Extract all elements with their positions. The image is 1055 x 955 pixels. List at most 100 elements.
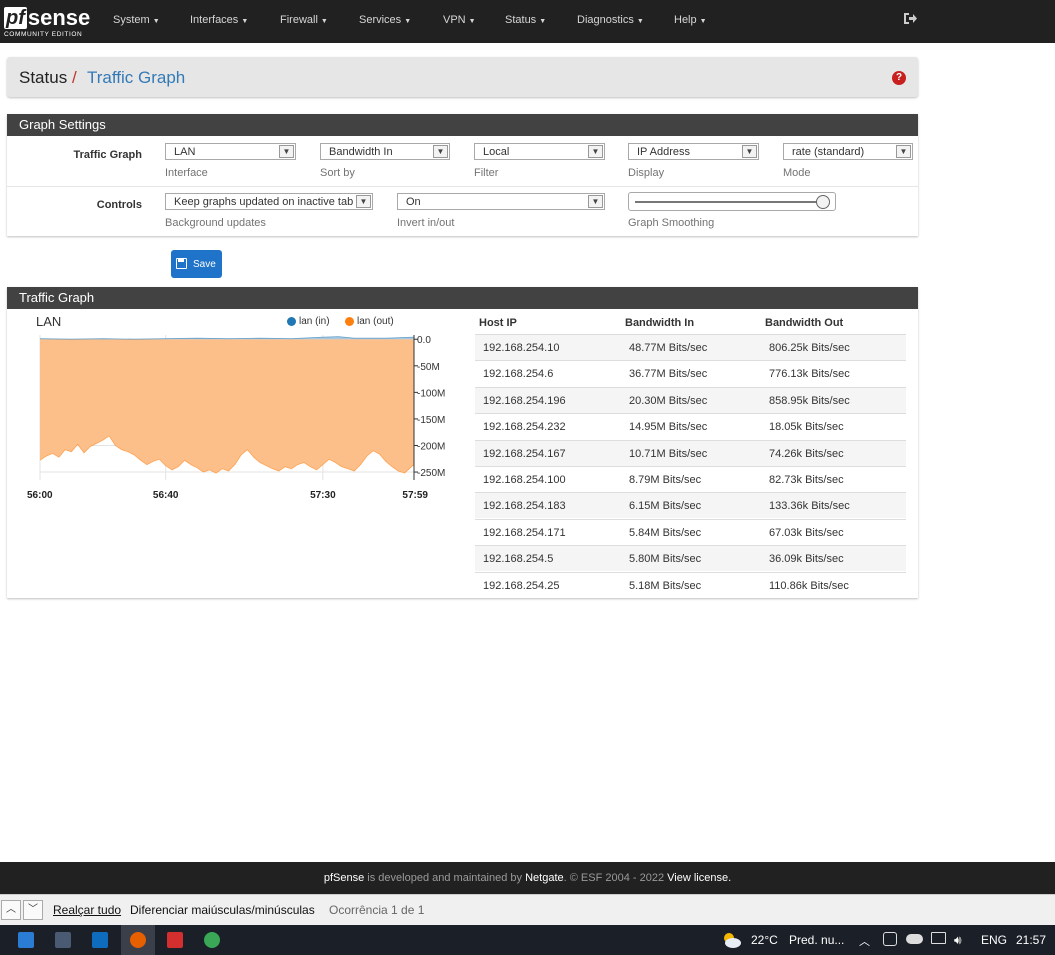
nav-system[interactable]: System ▼ (113, 14, 160, 26)
controls-label: Controls (96, 199, 142, 211)
chrome-icon[interactable] (204, 932, 220, 948)
nav-diagnostics[interactable]: Diagnostics ▼ (577, 14, 644, 26)
display-select[interactable]: IP Address ▼ (628, 143, 759, 160)
legend-item-lan-in[interactable]: lan (in) (287, 316, 330, 327)
interface-help: Interface (165, 167, 208, 179)
nav-label: Help (674, 14, 697, 26)
nav-firewall[interactable]: Firewall ▼ (280, 14, 328, 26)
table-row: 192.168.254.10 48.77M Bits/sec 806.25k Bit… (475, 334, 906, 360)
firefox-icon[interactable] (130, 932, 146, 948)
breadcrumb-status[interactable]: Status (19, 68, 67, 88)
slider-handle[interactable] (816, 195, 830, 209)
footer-license-link[interactable]: View license. (667, 872, 731, 884)
nav-status[interactable]: Status ▼ (505, 14, 546, 26)
logo-pf: pf (4, 7, 27, 29)
x-tick-label: 56:00 (27, 490, 53, 501)
traffic-graph-heading: Traffic Graph (7, 287, 918, 309)
find-status: Ocorrência 1 de 1 (329, 903, 425, 917)
clock[interactable]: 21:57 (1016, 933, 1046, 947)
logo-edition: COMMUNITY EDITION (4, 31, 83, 38)
interface-select[interactable]: LAN ▼ (165, 143, 296, 160)
find-next-button[interactable]: ﹀ (23, 900, 43, 920)
column-header-host-ip[interactable]: Host IP (479, 317, 517, 329)
legend-item-lan-out[interactable]: lan (out) (345, 316, 394, 327)
cell-host-ip: 192.168.254.167 (483, 447, 566, 460)
cell-bandwidth-out: 110.86k Bits/sec (769, 579, 849, 592)
column-header-bandwidth-out[interactable]: Bandwidth Out (765, 317, 843, 329)
table-row: 192.168.254.232 14.95M Bits/sec 18.05k Bit… (475, 413, 906, 439)
x-tick-label: 57:59 (402, 490, 428, 501)
onedrive-icon[interactable] (906, 934, 923, 944)
nav-interfaces[interactable]: Interfaces ▼ (190, 14, 248, 26)
mode-help: Mode (783, 167, 811, 179)
background-updates-select[interactable]: Keep graphs updated on inactive tab ▼ (165, 193, 373, 210)
logout-icon[interactable] (903, 12, 917, 28)
y-tick-label: -50M (417, 362, 440, 373)
caret-down-icon: ▼ (699, 18, 707, 25)
x-tick-label: 57:30 (310, 490, 336, 501)
find-previous-button[interactable]: ︿ (1, 900, 21, 920)
cell-bandwidth-in: 8.79M Bits/sec (629, 474, 702, 486)
network-app-icon[interactable] (55, 932, 71, 948)
filter-value: Local (483, 146, 510, 158)
chevron-down-icon: ▼ (433, 145, 448, 158)
table-row: 192.168.254.167 10.71M Bits/sec 74.26k Bit… (475, 439, 906, 466)
footer-netgate-link[interactable]: Netgate (525, 872, 564, 884)
filter-help: Filter (474, 167, 499, 179)
slider-track (635, 201, 825, 203)
anydesk-icon[interactable] (167, 932, 183, 948)
controls-row: Controls Keep graphs updated on inactive… (7, 186, 918, 236)
save-button[interactable]: Save (171, 250, 222, 278)
tray-chevron-up-icon[interactable]: ︿ (859, 933, 870, 949)
sort-by-help: Sort by (320, 167, 355, 179)
mode-select[interactable]: rate (standard) ▼ (783, 143, 913, 160)
table-row: 192.168.254.196 20.30M Bits/sec 858.95k Bi… (475, 386, 906, 413)
cell-host-ip: 192.168.254.183 (483, 500, 566, 513)
mail-icon[interactable] (18, 932, 34, 948)
nav-label: Status (505, 14, 537, 26)
nav-help[interactable]: Help ▼ (674, 14, 707, 26)
x-tick-label: 56:40 (153, 490, 179, 501)
network-icon[interactable] (931, 932, 946, 944)
filter-select[interactable]: Local ▼ (474, 143, 605, 160)
weather-icon[interactable] (720, 931, 742, 949)
traffic-chart: 0.0 -50M -100M -150M -200M -250M 56:00 56:40 57:… (27, 335, 445, 501)
nav-vpn[interactable]: VPN ▼ (443, 14, 476, 26)
column-header-bandwidth-in[interactable]: Bandwidth In (625, 317, 694, 329)
match-case-toggle[interactable]: Diferenciar maiúsculas/minúsculas (130, 903, 315, 917)
chevron-down-icon: ▼ (896, 145, 911, 158)
volume-icon[interactable]: 🔊︎ (954, 933, 962, 948)
nav-label: Interfaces (190, 14, 239, 26)
tray-app-icon[interactable] (883, 932, 897, 946)
caret-down-icon: ▼ (539, 18, 547, 25)
display-help: Display (628, 167, 665, 179)
graph-smoothing-help: Graph Smoothing (628, 217, 715, 229)
pfsense-logo[interactable]: pf sense COMMUNITY EDITION (4, 5, 92, 39)
nav-services[interactable]: Services ▼ (359, 14, 411, 26)
invert-select[interactable]: On ▼ (397, 193, 605, 210)
sort-by-select[interactable]: Bandwidth In ▼ (320, 143, 450, 160)
traffic-graph-row: Traffic Graph LAN ▼ Interface Bandwidth … (7, 136, 918, 187)
outlook-icon[interactable] (92, 932, 108, 948)
breadcrumb-traffic-graph[interactable]: Traffic Graph (87, 68, 185, 88)
background-updates-help: Background updates (165, 217, 266, 229)
caret-down-icon: ▼ (152, 18, 160, 25)
highlight-all-toggle[interactable]: Realçar tudo (53, 903, 121, 917)
table-row: 192.168.254.5 5.80M Bits/sec 36.09k Bits/s… (475, 545, 906, 572)
help-icon[interactable]: ? (892, 71, 906, 85)
graph-smoothing-slider[interactable] (628, 192, 836, 211)
cell-bandwidth-out: 67.03k Bits/sec (769, 526, 844, 539)
cell-bandwidth-in: 6.15M Bits/sec (629, 500, 702, 513)
chart-title: LAN (36, 314, 62, 329)
cell-bandwidth-out: 133.36k Bits/sec (769, 500, 850, 513)
weather-text: Pred. nu... (789, 933, 845, 947)
cell-host-ip: 192.168.254.171 (483, 526, 566, 539)
language-indicator[interactable]: ENG (981, 933, 1007, 947)
y-tick-label: 0.0 (417, 335, 431, 346)
cell-bandwidth-out: 858.95k Bits/sec (769, 394, 850, 407)
cell-bandwidth-out: 776.13k Bits/sec (769, 368, 850, 381)
background-updates-value: Keep graphs updated on inactive tab (174, 196, 354, 208)
cell-bandwidth-in: 20.30M Bits/sec (629, 394, 708, 407)
y-tick-label: -200M (417, 441, 445, 452)
save-label: Save (193, 259, 216, 270)
